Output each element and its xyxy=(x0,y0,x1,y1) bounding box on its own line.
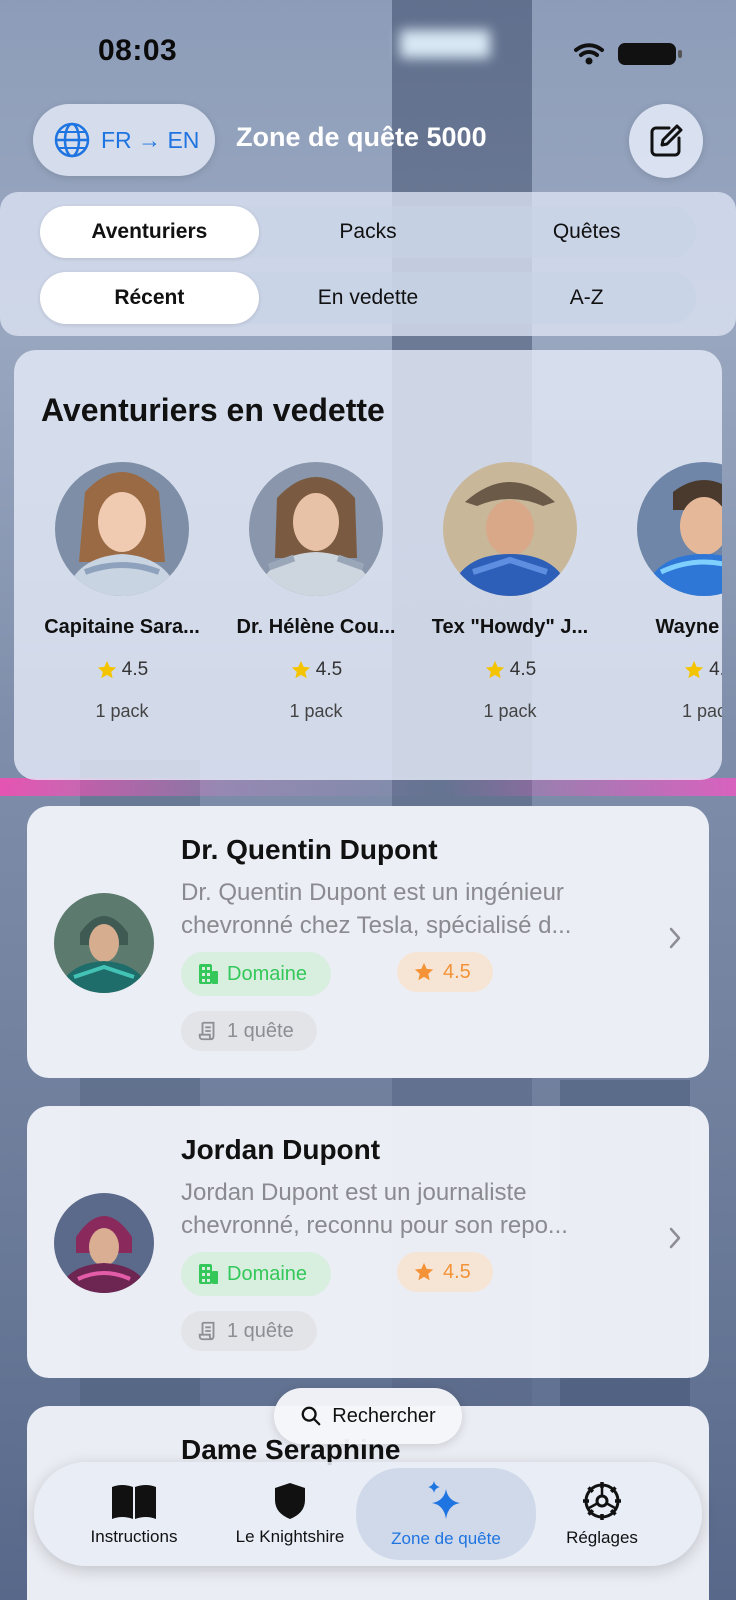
featured-name: Dr. Hélène Cou... xyxy=(236,616,396,638)
domain-label: Domaine xyxy=(227,962,308,985)
rating-value: 4.5 xyxy=(443,960,471,983)
featured-pack-count: 1 pack xyxy=(95,701,149,721)
sparkles-icon xyxy=(428,1481,460,1519)
segment-en-vedette[interactable]: En vedette xyxy=(259,272,478,324)
globe-icon xyxy=(54,122,90,158)
featured-adventurer[interactable]: Dr. Hélène Cou... 4.5 1 pack xyxy=(228,462,404,722)
tab-label: Le Knightshire xyxy=(235,1527,345,1546)
description-line: Dr. Quentin Dupont est un ingénieur xyxy=(181,879,564,906)
avatar xyxy=(637,462,722,596)
featured-adventurer[interactable]: Wayne Ma 4. 1 pac xyxy=(616,462,722,722)
tab-label: Instructions xyxy=(90,1527,178,1546)
description-line: chevronné, reconnu pour son repo... xyxy=(181,1212,568,1239)
shield-icon xyxy=(275,1483,305,1519)
chevron-right-icon xyxy=(669,927,681,949)
featured-rating: 4.5 xyxy=(228,659,404,681)
adventurer-name: Jordan Dupont xyxy=(181,1134,381,1165)
adventurer-description: Dr. Quentin Dupont est un ingénieur chev… xyxy=(181,876,621,942)
featured-pack-count: 1 pack xyxy=(289,701,343,721)
domain-badge: Domaine xyxy=(181,1252,331,1296)
rating-value: 4.5 xyxy=(443,1260,471,1283)
wifi-icon xyxy=(574,43,604,65)
building-icon xyxy=(199,964,218,984)
featured-adventurer[interactable]: Tex "Howdy" J... 4.5 1 pack xyxy=(422,462,598,722)
content-type-segmented-control: Aventuriers Packs Quêtes xyxy=(40,206,696,258)
star-icon xyxy=(291,660,310,679)
featured-adventurer[interactable]: Capitaine Sara... 4.5 1 pack xyxy=(34,462,210,722)
tab-label: Zone de quête xyxy=(391,1529,501,1548)
search-icon xyxy=(301,1406,321,1426)
avatar xyxy=(54,1193,154,1293)
compose-button[interactable] xyxy=(629,104,703,178)
adventurer-card[interactable]: Dr. Quentin Dupont Dr. Quentin Dupont es… xyxy=(27,806,709,1078)
book-icon xyxy=(112,1485,156,1519)
tab-reglages[interactable]: Réglages xyxy=(524,1462,680,1566)
compose-icon xyxy=(650,124,683,157)
adventurer-card[interactable]: Jordan Dupont Jordan Dupont est un journ… xyxy=(27,1106,709,1378)
gear-icon xyxy=(583,1482,621,1520)
avatar xyxy=(443,462,577,596)
quest-count-badge: 1 quête xyxy=(181,1311,317,1351)
battery-icon xyxy=(618,43,682,65)
description-line: chevronné chez Tesla, spécialisé d... xyxy=(181,912,572,939)
quest-count: 1 quête xyxy=(227,1319,294,1342)
status-icons xyxy=(574,43,682,65)
sort-segmented-control: Récent En vedette A-Z xyxy=(40,272,696,324)
featured-pack-count: 1 pack xyxy=(483,701,537,721)
segment-quetes[interactable]: Quêtes xyxy=(477,206,696,258)
segment-recent[interactable]: Récent xyxy=(40,272,259,324)
rating-value: 4.5 xyxy=(509,659,537,680)
avatar xyxy=(55,462,189,596)
featured-title: Aventuriers en vedette xyxy=(41,392,385,428)
search-button[interactable]: Rechercher xyxy=(274,1388,462,1444)
tab-le-knightshire[interactable]: Le Knightshire xyxy=(212,1462,368,1566)
tab-instructions[interactable]: Instructions xyxy=(56,1462,212,1566)
star-icon xyxy=(684,660,704,679)
avatar xyxy=(54,893,154,993)
rating-badge: 4.5 xyxy=(397,1252,493,1292)
rating-value: 4.5 xyxy=(121,659,149,680)
quest-count-badge: 1 quête xyxy=(181,1011,317,1051)
star-icon xyxy=(414,962,434,981)
featured-rating: 4.5 xyxy=(34,659,210,681)
featured-rating: 4.5 xyxy=(422,659,598,681)
avatar xyxy=(249,462,383,596)
quest-count: 1 quête xyxy=(227,1019,294,1042)
scroll-icon xyxy=(198,1021,215,1041)
chevron-right-icon xyxy=(669,1227,681,1249)
scroll-icon xyxy=(198,1321,215,1341)
featured-pack-count: 1 pac xyxy=(681,701,722,721)
featured-rating: 4. xyxy=(616,659,722,681)
featured-name: Tex "Howdy" J... xyxy=(431,616,589,638)
star-icon xyxy=(414,1262,434,1281)
star-icon xyxy=(485,660,504,679)
tab-label: Réglages xyxy=(566,1528,638,1547)
language-label: FR → EN xyxy=(101,126,200,153)
tab-bar: Instructions Le Knightshire Zone de quêt… xyxy=(34,1462,702,1566)
page-title: Zone de quête 5000 xyxy=(236,122,487,152)
rating-value: 4. xyxy=(709,659,722,680)
building-icon xyxy=(199,1264,218,1284)
rating-value: 4.5 xyxy=(315,659,343,680)
segment-a-z[interactable]: A-Z xyxy=(477,272,696,324)
rating-badge: 4.5 xyxy=(397,952,493,992)
adventurer-name: Dr. Quentin Dupont xyxy=(181,834,438,865)
segment-packs[interactable]: Packs xyxy=(259,206,478,258)
domain-label: Domaine xyxy=(227,1262,308,1285)
filter-panel: Aventuriers Packs Quêtes Récent En vedet… xyxy=(0,192,736,336)
search-label: Rechercher xyxy=(332,1404,436,1427)
featured-name: Capitaine Sara... xyxy=(44,616,200,638)
description-line: Jordan Dupont est un journaliste xyxy=(181,1179,527,1206)
segment-aventuriers[interactable]: Aventuriers xyxy=(40,206,259,258)
status-time: 08:03 xyxy=(98,34,178,67)
background-neon-sign xyxy=(0,778,736,796)
featured-section: Aventuriers en vedette Capitaine Sara...… xyxy=(14,350,722,780)
star-icon xyxy=(97,660,116,679)
domain-badge: Domaine xyxy=(181,952,331,996)
background-light xyxy=(400,30,490,58)
adventurer-description: Jordan Dupont est un journaliste chevron… xyxy=(181,1176,621,1242)
featured-name: Wayne Ma xyxy=(655,616,722,638)
tab-zone-de-quete[interactable]: Zone de quête xyxy=(356,1468,536,1560)
language-toggle[interactable]: FR → EN xyxy=(33,104,215,176)
